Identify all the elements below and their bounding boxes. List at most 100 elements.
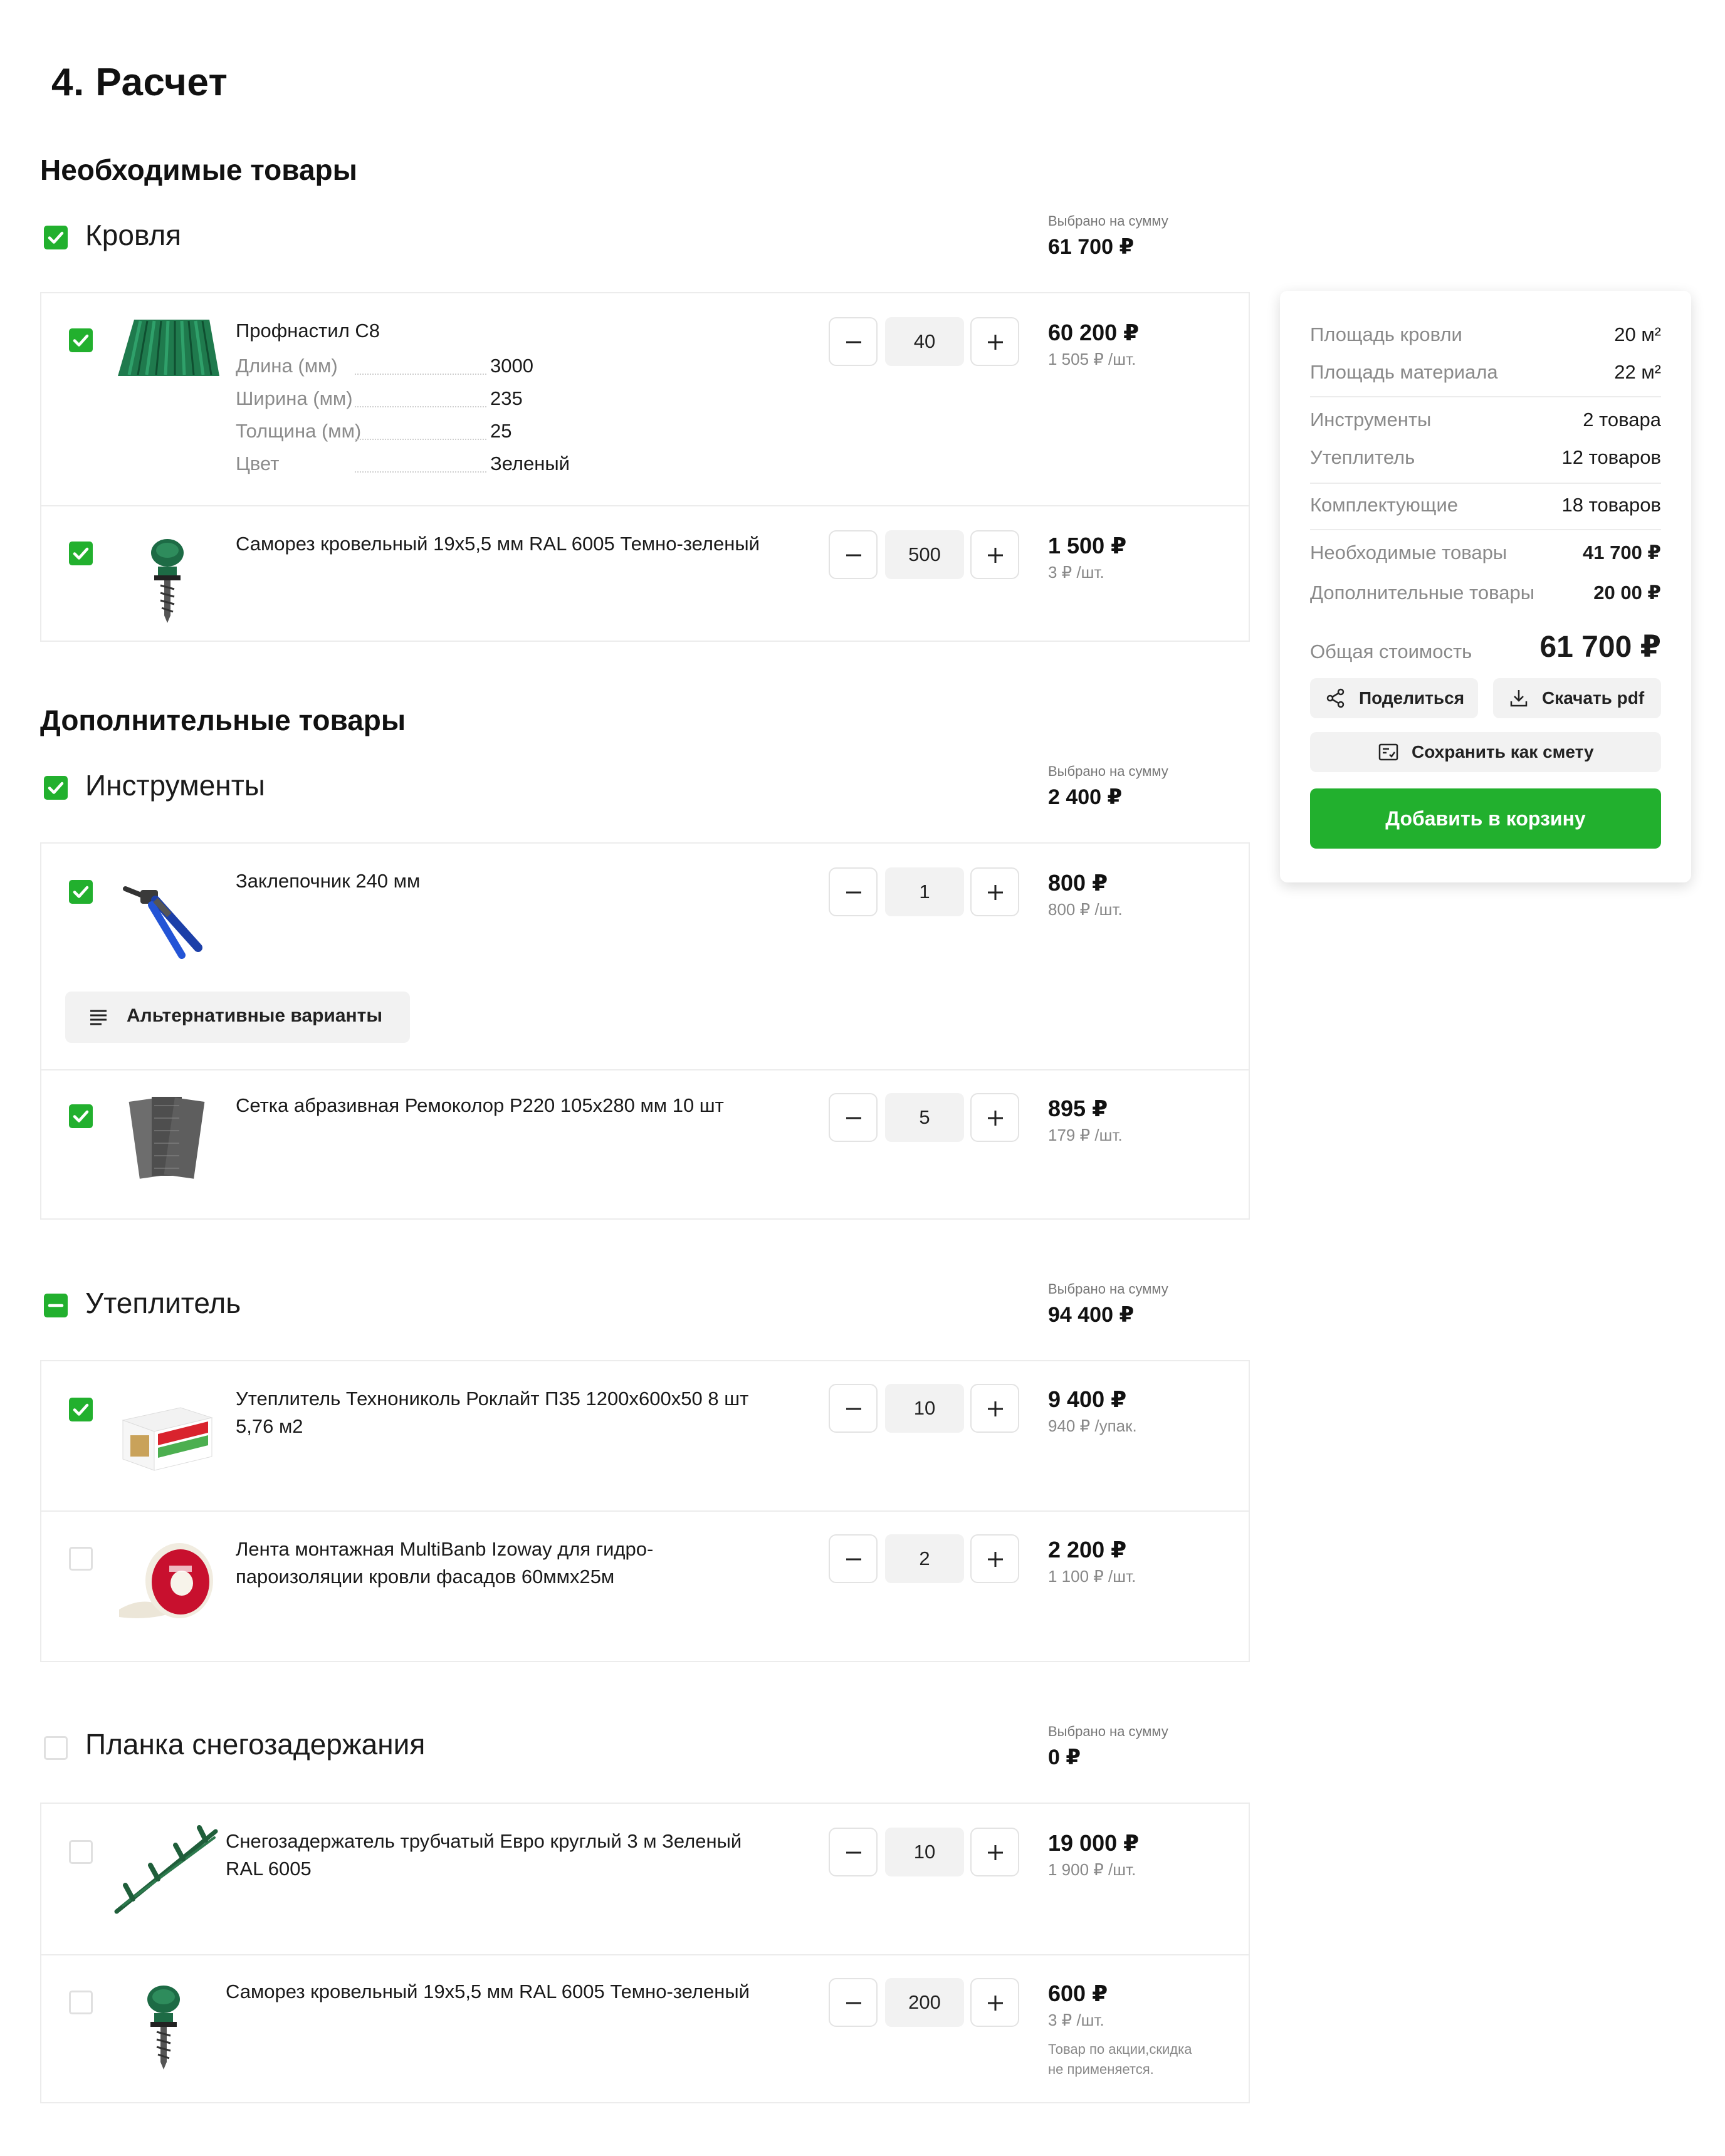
item-checkbox[interactable] [69,328,93,352]
decrease-button[interactable] [829,1093,878,1142]
plus-icon [988,1845,1003,1860]
item-checkbox[interactable] [69,1840,93,1864]
increase-button[interactable] [970,1093,1019,1142]
decrease-button[interactable] [829,530,878,579]
item-price: 800 ₽ [1048,870,1108,896]
increase-button[interactable] [970,1384,1019,1433]
item-name-line: RAL 6005 [226,1858,312,1880]
save-estimate-button[interactable]: Сохранить как смету [1310,732,1661,772]
minus-icon [48,1304,64,1307]
list-icon [90,1010,107,1025]
divider [1310,396,1661,397]
divider [41,505,1249,506]
decrease-button[interactable] [829,1384,878,1433]
item-checkbox[interactable] [69,542,93,565]
spec-row: Ширина (мм) 235 [236,387,574,410]
item-unit-price: 800 ₽ /шт. [1048,900,1123,919]
promo-note-line: Товар по акции,скидка [1048,2041,1192,2057]
group-checkbox-insulation[interactable] [44,1294,68,1317]
plus-icon [988,1401,1003,1416]
group-sum: 94 400 ₽ [1048,1303,1135,1327]
item-checkbox[interactable] [69,1104,93,1128]
share-button[interactable]: Поделиться [1310,678,1478,718]
item-unit-price: 179 ₽ /шт. [1048,1126,1123,1144]
item-price: 600 ₽ [1048,1981,1108,2006]
summary-label: Комплектующие [1310,494,1458,516]
item-checkbox[interactable] [69,1991,93,2014]
calculation-page: 4. Расчет Необходимые товары Кровля Выбр… [0,0,1725,2156]
group-title: Кровля [85,219,182,251]
required-heading: Необходимые товары [40,154,357,186]
alternatives-label: Альтернативные варианты [127,1005,382,1026]
quantity-value[interactable]: 40 [885,317,964,366]
save-estimate-label: Сохранить как смету [1412,742,1594,761]
quantity-value[interactable]: 5 [885,1093,964,1142]
item-name: Профнастил С8 [236,320,380,342]
insulation-pack-image [122,1407,213,1471]
divider [41,1954,1249,1955]
item-name-line: Снегозадержатель трубчатый Евро круглый … [226,1830,742,1852]
group-sum: 0 ₽ [1048,1745,1081,1769]
spec-key: Ширина (мм) [236,387,353,409]
summary-value: 22 м² [1614,361,1661,383]
quantity-value[interactable]: 200 [885,1978,964,2027]
item-checkbox[interactable] [69,1398,93,1421]
estimate-icon [1378,743,1398,761]
increase-button[interactable] [970,1534,1019,1583]
download-pdf-label: Скачать pdf [1542,688,1645,708]
increase-button[interactable] [970,530,1019,579]
item-unit-price: 3 ₽ /шт. [1048,2011,1104,2029]
summary-label: Необходимые товары [1310,542,1507,563]
abrasive-mesh-image [128,1097,205,1179]
spec-key: Толщина (мм) [236,420,362,442]
increase-button[interactable] [970,1978,1019,2027]
increase-button[interactable] [970,317,1019,366]
increase-button[interactable] [970,867,1019,916]
total-value: 61 700 ₽ [1539,631,1661,664]
decrease-button[interactable] [829,1534,878,1583]
item-price: 1 500 ₽ [1048,533,1127,558]
item-price: 2 200 ₽ [1048,1537,1127,1562]
minus-icon [846,341,861,343]
summary-label: Площадь кровли [1310,323,1462,345]
quantity-value[interactable]: 500 [885,530,964,579]
add-to-cart-button[interactable]: Добавить в корзину [1310,788,1661,849]
increase-button[interactable] [970,1828,1019,1876]
group-title: Инструменты [85,769,265,802]
group-sum-label: Выбрано на сумму [1048,1281,1168,1297]
item-unit-price: 1 505 ₽ /шт. [1048,350,1136,369]
group-sum: 2 400 ₽ [1048,785,1123,809]
decrease-button[interactable] [829,317,878,366]
group-title: Планка снегозадержания [85,1728,426,1761]
roofing-screw-image [151,539,184,623]
item-price: 60 200 ₽ [1048,320,1140,345]
quantity-value[interactable]: 10 [885,1384,964,1433]
item-name-line: 5,76 м2 [236,1415,303,1437]
decrease-button[interactable] [829,1828,878,1876]
quantity-value[interactable]: 1 [885,867,964,916]
item-checkbox[interactable] [69,1547,93,1571]
snow-guard-image [114,1825,218,1914]
share-icon [1326,688,1345,708]
item-price: 9 400 ₽ [1048,1386,1127,1412]
download-pdf-button[interactable]: Скачать pdf [1493,678,1661,718]
group-checkbox-roof[interactable] [44,226,68,249]
item-checkbox[interactable] [69,880,93,904]
minus-icon [846,1851,861,1854]
roofing-screw-image [147,1986,180,2070]
minus-icon [846,1558,861,1561]
item-unit-price: 1 900 ₽ /шт. [1048,1860,1136,1879]
group-checkbox-tools[interactable] [44,776,68,800]
decrease-button[interactable] [829,1978,878,2027]
spec-value: Зеленый [490,453,570,474]
plus-icon [988,1552,1003,1567]
alternatives-button[interactable]: Альтернативные варианты [65,992,410,1043]
item-name: Заклепочник 240 мм [236,870,421,892]
decrease-button[interactable] [829,867,878,916]
group-checkbox-snow-guard[interactable] [44,1736,68,1760]
quantity-value[interactable]: 10 [885,1828,964,1876]
quantity-value[interactable]: 2 [885,1534,964,1583]
summary-value: 2 товара [1583,409,1661,431]
summary-panel: Площадь кровли 20 м² Площадь материала 22 … [1280,291,1691,882]
plus-icon [988,1111,1003,1126]
